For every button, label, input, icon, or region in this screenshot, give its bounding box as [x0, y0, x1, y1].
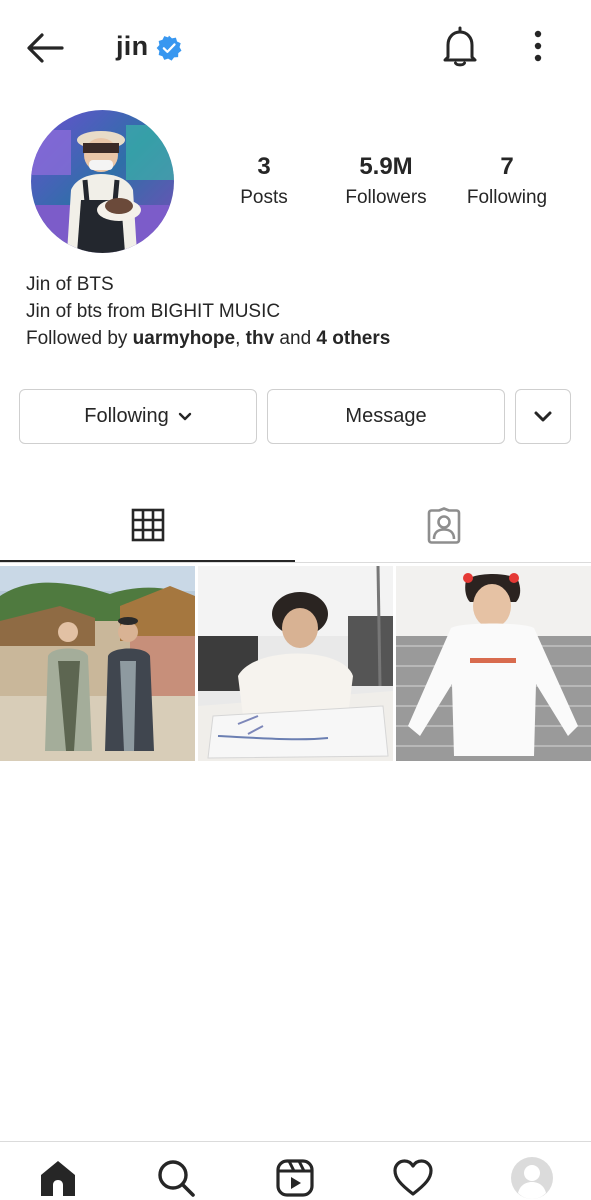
search-icon [158, 1160, 195, 1197]
suggested-accounts-button[interactable] [515, 389, 571, 444]
message-button-label: Message [345, 405, 427, 427]
photo-man-writing-bag [198, 566, 393, 761]
tabs-divider [0, 562, 591, 563]
profile-avatar[interactable] [31, 110, 174, 253]
profile-avatar-icon [511, 1157, 553, 1199]
bio-display-name: Jin of BTS [26, 274, 114, 295]
nav-reels[interactable] [273, 1156, 317, 1200]
followed-by-line[interactable]: Followed by uarmyhope, thv and 4 others [26, 325, 390, 352]
followers-count-label: Followers [345, 187, 427, 208]
nav-activity[interactable] [391, 1156, 435, 1200]
followed-by-user2[interactable]: thv [246, 328, 275, 349]
posts-count-value: 3 [257, 153, 271, 180]
photo-two-men-hanbok [0, 566, 195, 761]
profile-bio: Jin of BTS Jin of bts from BIGHIT MUSIC … [26, 271, 390, 352]
tagged-person-icon [427, 507, 460, 544]
followed-by-separator: , [235, 328, 246, 349]
following-count[interactable]: 7 Following [458, 152, 556, 210]
profile-tabs [0, 490, 591, 564]
bio-description: Jin of bts from BIGHIT MUSIC [26, 301, 281, 322]
followers-count[interactable]: 5.9M Followers [334, 152, 438, 210]
posts-count-label: Posts [240, 187, 288, 208]
tab-tagged[interactable] [296, 490, 591, 562]
heart-icon [393, 1159, 433, 1196]
verified-badge-icon [156, 35, 182, 61]
more-options-button[interactable] [522, 26, 554, 66]
reels-icon [276, 1159, 314, 1197]
followers-count-value: 5.9M [359, 153, 413, 180]
followed-by-user1[interactable]: uarmyhope [133, 328, 235, 349]
top-bar: jin [0, 0, 591, 95]
chevron-down-icon [534, 411, 552, 421]
profile-username: jin [116, 31, 149, 61]
nav-home[interactable] [36, 1156, 80, 1200]
chevron-down-icon [178, 412, 191, 420]
bell-icon [443, 26, 477, 67]
profile-photo [31, 110, 174, 253]
nav-profile[interactable] [510, 1156, 554, 1200]
tab-grid[interactable] [0, 490, 295, 562]
more-vertical-icon [534, 30, 542, 62]
followed-by-others[interactable]: 4 others [316, 328, 390, 349]
followed-by-prefix: Followed by [26, 328, 133, 349]
followed-by-and: and [274, 328, 317, 349]
photo-man-white-shirt [396, 566, 591, 761]
back-button[interactable] [24, 30, 66, 66]
bottom-navigation [0, 1141, 591, 1200]
nav-search[interactable] [154, 1156, 198, 1200]
grid-icon [131, 508, 164, 542]
back-arrow-icon [27, 33, 64, 63]
following-button[interactable]: Following [19, 389, 257, 444]
post-thumbnail-2[interactable] [198, 566, 393, 761]
following-button-label: Following [84, 405, 169, 427]
notifications-button[interactable] [440, 26, 480, 68]
home-icon [41, 1161, 75, 1196]
following-count-value: 7 [500, 153, 514, 180]
posts-count[interactable]: 3 Posts [222, 152, 306, 210]
post-thumbnail-3[interactable] [396, 566, 591, 761]
following-count-label: Following [466, 187, 548, 208]
message-button[interactable]: Message [267, 389, 505, 444]
post-thumbnail-1[interactable] [0, 566, 195, 761]
